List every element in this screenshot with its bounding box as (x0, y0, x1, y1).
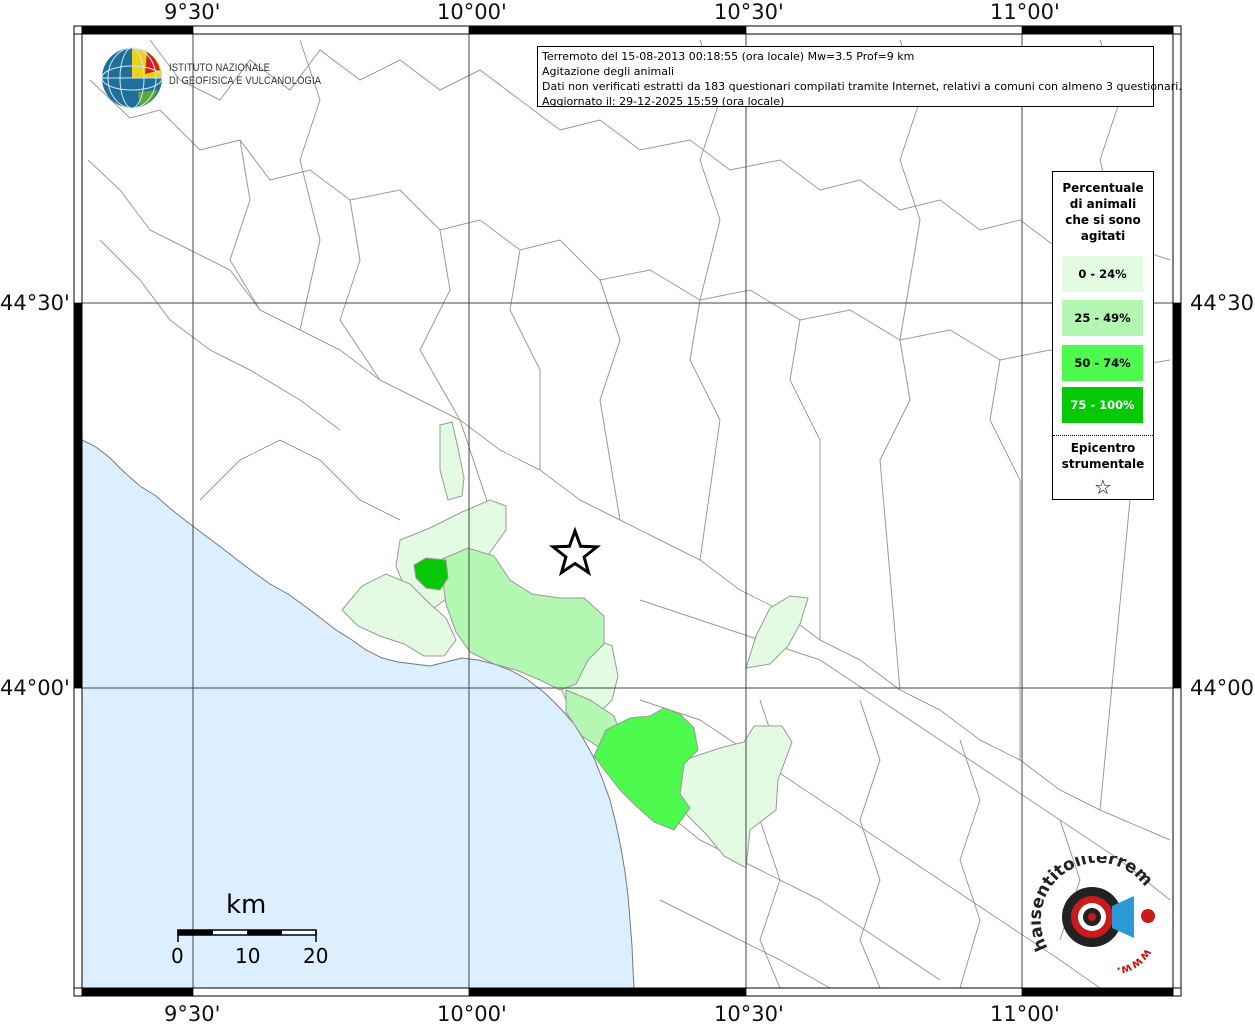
lon-label-bottom: 9°30' (164, 1002, 221, 1026)
legend-title: Percentuale di animali che si sono agita… (1062, 181, 1144, 243)
lat-label-left: 44°00' (0, 676, 70, 700)
lat-label-left: 44°30' (0, 291, 70, 315)
event-info-line: Terremoto del 15-08-2013 00:18:55 (ora l… (542, 50, 915, 63)
event-info-box: Terremoto del 15-08-2013 00:18:55 (ora l… (537, 46, 1182, 108)
lon-label-top: 10°00' (437, 0, 507, 24)
star-icon: ☆ (1094, 475, 1112, 499)
legend-epicenter-label: Epicentro strumentale (1061, 441, 1145, 471)
scale-tick-label: 20 (303, 944, 329, 968)
ingv-logo-icon (101, 47, 163, 109)
svg-text:www.: www. (1116, 946, 1155, 978)
lon-label-top: 11°00' (990, 0, 1060, 24)
legend-divider (1053, 435, 1153, 436)
event-info-line: Dati non verificati estratti da 183 ques… (542, 80, 1182, 93)
lon-label-bottom: 10°00' (437, 1002, 507, 1026)
legend-item: 0 - 24% (1062, 256, 1143, 292)
lon-label-bottom: 10°30' (714, 1002, 784, 1026)
lon-label-top: 9°30' (164, 0, 221, 24)
lon-label-bottom: 11°00' (990, 1002, 1060, 1026)
event-info-line: Agitazione degli animali (542, 65, 675, 78)
event-info-line: Aggiornato il: 29-12-2025 15:59 (ora loc… (542, 95, 785, 108)
scale-tick-label: 10 (235, 944, 261, 968)
scale-unit: km (226, 890, 267, 920)
lat-label-right: 44°30' (1190, 291, 1255, 315)
institute-name: ISTITUTO NAZIONALE DI GEOFISICA E VULCAN… (169, 62, 322, 87)
lat-label-right: 44°00' (1190, 676, 1255, 700)
legend-item: 25 - 49% (1062, 300, 1143, 336)
legend: Percentuale di animali che si sono agita… (1052, 171, 1154, 500)
scale-tick-label: 0 (171, 944, 184, 968)
lon-label-top: 10°30' (714, 0, 784, 24)
haisentito-logo-icon: haisentitoilterremoto.it www. (1030, 856, 1157, 979)
legend-item: 75 - 100% (1062, 387, 1143, 423)
legend-item: 50 - 74% (1062, 345, 1143, 381)
